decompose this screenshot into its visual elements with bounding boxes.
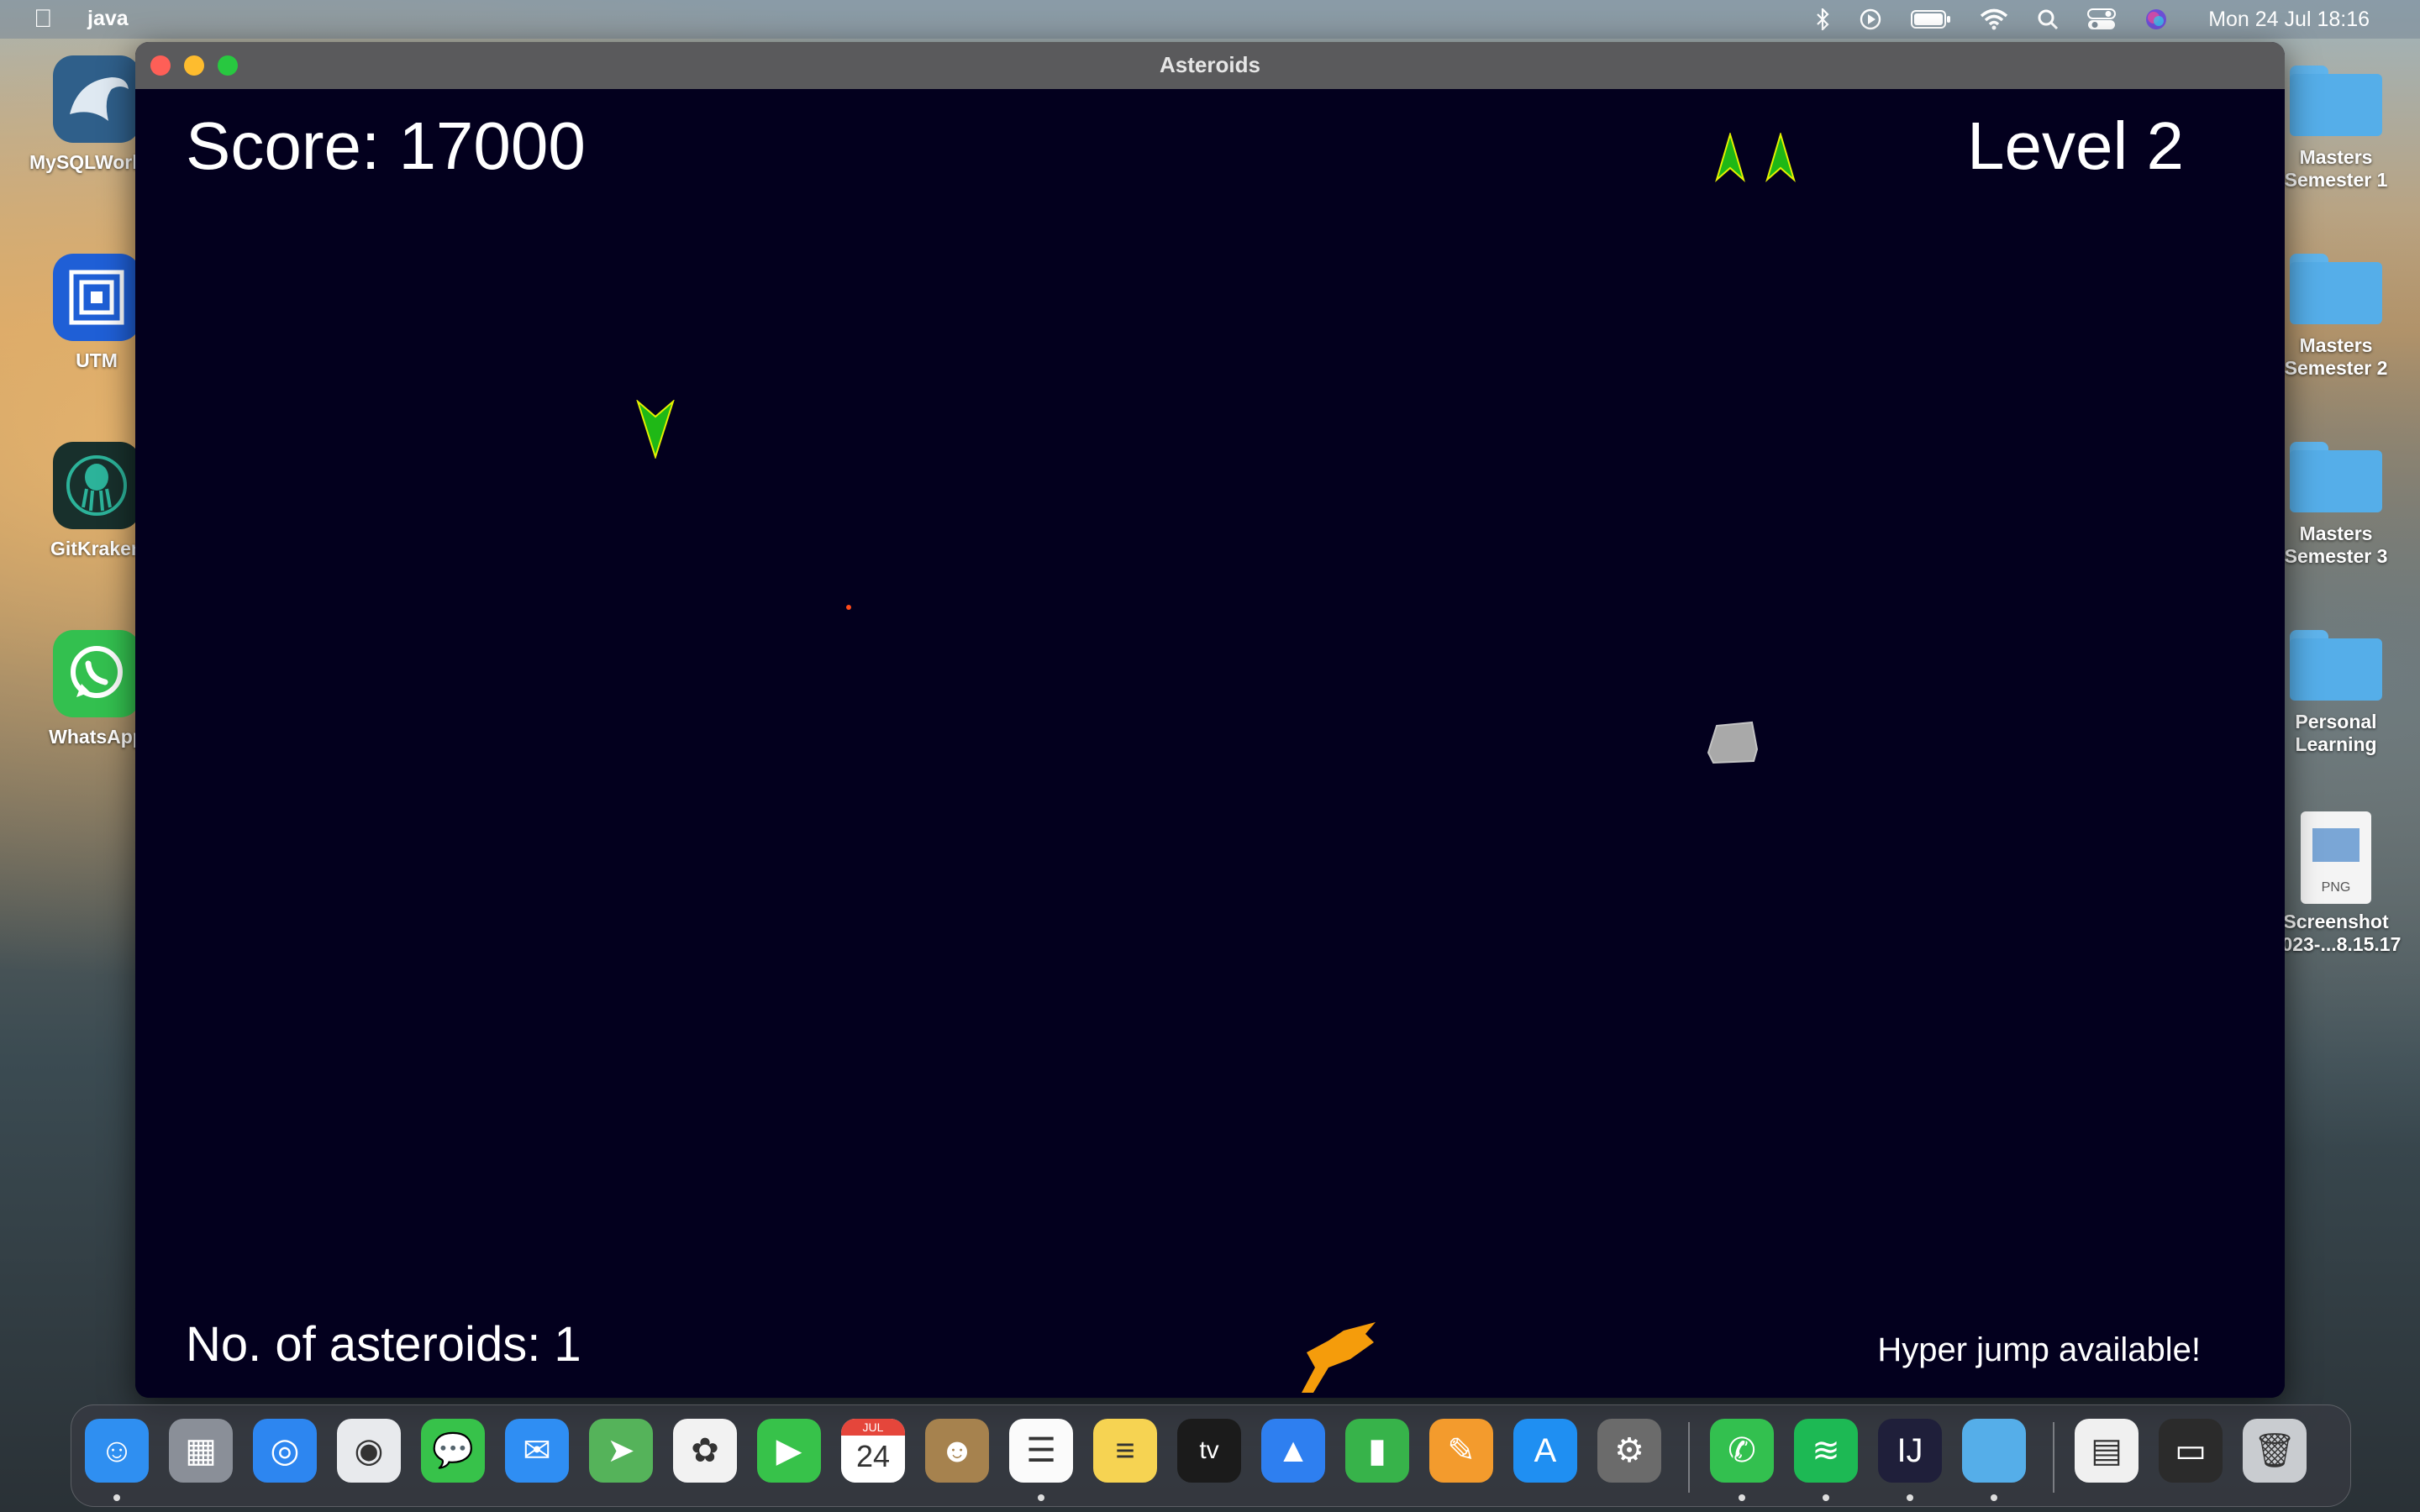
running-indicator <box>1038 1494 1044 1501</box>
now-playing-icon[interactable] <box>1859 8 1882 31</box>
dock-intellij-icon[interactable]: IJ <box>1878 1419 1942 1483</box>
asteroids-window: Asteroids Score: 17000 Level 2 No. of as… <box>135 42 2285 1398</box>
running-indicator <box>1907 1494 1913 1501</box>
dock-chrome-icon[interactable]: ◉ <box>337 1419 401 1483</box>
minimize-window-button[interactable] <box>184 55 204 76</box>
whatsapp-icon <box>53 630 140 717</box>
dock-numbers-icon[interactable]: ▮ <box>1345 1419 1409 1483</box>
dock-photos-icon[interactable]: ✿ <box>673 1419 737 1483</box>
life-ship-icon <box>1765 133 1796 183</box>
wifi-icon[interactable] <box>1980 8 2008 30</box>
folder-icon <box>2290 630 2382 701</box>
desktop-file-screenshot[interactable]: PNG Screenshot 2023-...8.15.17 <box>2269 811 2403 956</box>
player-ship <box>636 400 675 459</box>
desktop-folder-masters-semester-2[interactable]: Masters Semester 2 <box>2269 254 2403 380</box>
bluetooth-icon[interactable] <box>1815 8 1830 30</box>
desktop-folder-masters-semester-1[interactable]: Masters Semester 1 <box>2269 66 2403 192</box>
dock-notes-icon[interactable]: ≡ <box>1093 1419 1157 1483</box>
asteroid-count-display: No. of asteroids: 1 <box>186 1317 581 1372</box>
apple-menu-icon[interactable]:  <box>34 5 53 34</box>
dock-messages-icon[interactable]: 💬 <box>421 1419 485 1483</box>
desktop-icon-label: Masters Semester 1 <box>2284 146 2388 191</box>
enemy-ufo <box>1302 1322 1376 1393</box>
desktop-icon-label: Masters Semester 3 <box>2284 522 2388 567</box>
dock-system-settings-icon[interactable]: ⚙ <box>1597 1419 1661 1483</box>
dock-spotify-icon[interactable]: ≋ <box>1794 1419 1858 1483</box>
level-display: Level 2 <box>1967 108 2184 183</box>
dock-contacts-icon[interactable]: ☻ <box>925 1419 989 1483</box>
dock-separator <box>2053 1422 2054 1493</box>
dock-preview-document-icon[interactable]: ▤ <box>2075 1419 2139 1483</box>
game-canvas[interactable]: Score: 17000 Level 2 No. of asteroids: 1… <box>135 89 2285 1398</box>
dock-mail-icon[interactable]: ✉ <box>505 1419 569 1483</box>
dock-safari-icon[interactable]: ◎ <box>253 1419 317 1483</box>
dock: ☺ ▦ ◎ ◉ 💬 ✉ ➤ ✿ ▶ 24 JUL ☻ ☰ ≡ tv ▲ ▮ ✎ A ⚙ ✆ ≋ IJ ▤ ▭ 🗑 <box>71 1404 2351 1507</box>
battery-icon[interactable] <box>1911 9 1951 29</box>
window-titlebar[interactable]: Asteroids <box>135 42 2285 89</box>
dock-maps-icon[interactable]: ➤ <box>589 1419 653 1483</box>
bullet <box>846 605 851 610</box>
desktop-icon-label: Personal Learning <box>2295 711 2377 755</box>
control-center-icon[interactable] <box>2087 8 2117 30</box>
close-window-button[interactable] <box>150 55 171 76</box>
desktop-folder-personal-learning[interactable]: Personal Learning <box>2269 630 2403 756</box>
png-file-icon: PNG <box>2301 811 2371 904</box>
window-title: Asteroids <box>1160 52 1260 77</box>
folder-icon <box>2290 66 2382 136</box>
siri-icon[interactable] <box>2144 8 2168 31</box>
menu-bar-clock[interactable]: Mon 24 Jul 18:16 <box>2208 8 2370 32</box>
dock-screen-recording-icon[interactable]: ▭ <box>2159 1419 2223 1483</box>
desktop-icon-label: Masters Semester 2 <box>2284 334 2388 379</box>
calendar-month-badge: JUL <box>841 1419 905 1436</box>
dolphin-icon <box>53 55 140 143</box>
dock-calendar-icon[interactable]: 24 JUL <box>841 1419 905 1483</box>
menu-bar-extras: Mon 24 Jul 18:16 <box>1786 0 2420 39</box>
file-type-badge: PNG <box>2321 880 2351 895</box>
desktop-icon-label: Screenshot 2023-...8.15.17 <box>2270 911 2402 955</box>
running-indicator <box>113 1494 120 1501</box>
kraken-icon <box>53 442 140 529</box>
life-ship-icon <box>1715 133 1745 183</box>
dock-reminders-icon[interactable]: ☰ <box>1009 1419 1073 1483</box>
dock-separator <box>1688 1422 1690 1493</box>
dock-folder-icon[interactable] <box>1962 1419 2026 1483</box>
dock-facetime-icon[interactable]: ▶ <box>757 1419 821 1483</box>
running-indicator <box>1823 1494 1829 1501</box>
dock-finder-icon[interactable]: ☺ <box>85 1419 149 1483</box>
dock-pages-icon[interactable]: ✎ <box>1429 1419 1493 1483</box>
hyperjump-status: Hyper jump available! <box>1877 1331 2201 1368</box>
folder-icon <box>2290 442 2382 512</box>
score-display: Score: 17000 <box>186 108 586 183</box>
dock-launchpad-icon[interactable]: ▦ <box>169 1419 233 1483</box>
folder-icon <box>2290 254 2382 324</box>
utm-icon <box>53 254 140 341</box>
zoom-window-button[interactable] <box>218 55 238 76</box>
running-indicator <box>1739 1494 1745 1501</box>
dock-trash-icon[interactable]: 🗑 <box>2243 1419 2307 1483</box>
running-indicator <box>1991 1494 1997 1501</box>
dock-whatsapp-icon[interactable]: ✆ <box>1710 1419 1774 1483</box>
dock-app-store-icon[interactable]: A <box>1513 1419 1577 1483</box>
active-app-menu[interactable]: java <box>87 7 129 31</box>
menu-bar:  java Mon 24 Jul 18:16 <box>0 0 2420 39</box>
spotlight-search-icon[interactable] <box>2037 8 2059 30</box>
dock-apple-tv-icon[interactable]: tv <box>1177 1419 1241 1483</box>
asteroid <box>1707 721 1759 764</box>
desktop-folder-masters-semester-3[interactable]: Masters Semester 3 <box>2269 442 2403 568</box>
dock-keynote-icon[interactable]: ▲ <box>1261 1419 1325 1483</box>
